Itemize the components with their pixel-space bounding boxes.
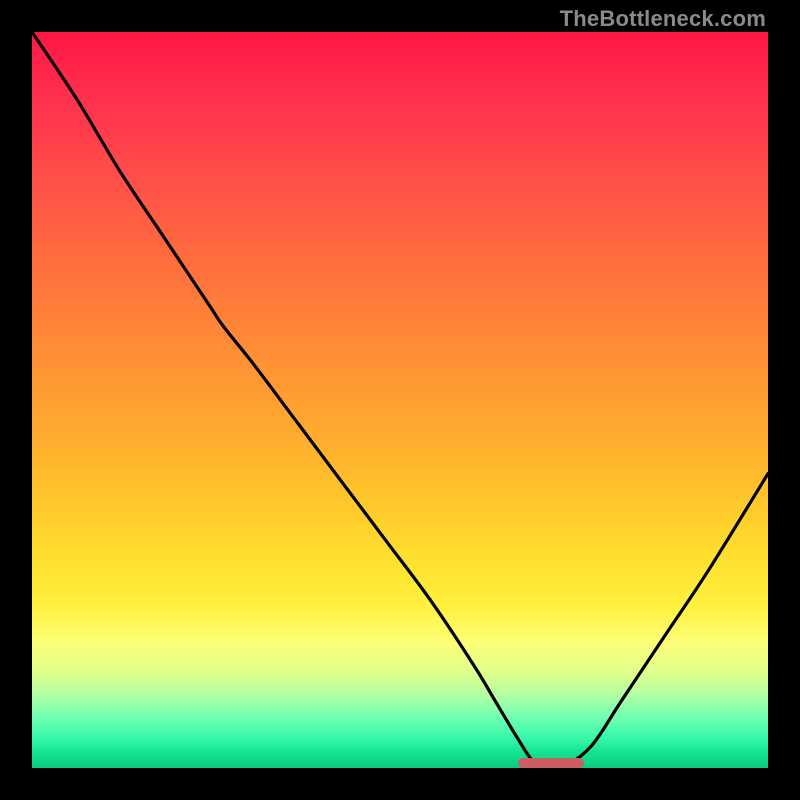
optimal-range-marker	[518, 758, 584, 768]
chart-frame: TheBottleneck.com	[0, 0, 800, 800]
bottleneck-curve	[32, 32, 768, 768]
plot-area	[32, 32, 768, 768]
watermark-text: TheBottleneck.com	[560, 6, 766, 32]
